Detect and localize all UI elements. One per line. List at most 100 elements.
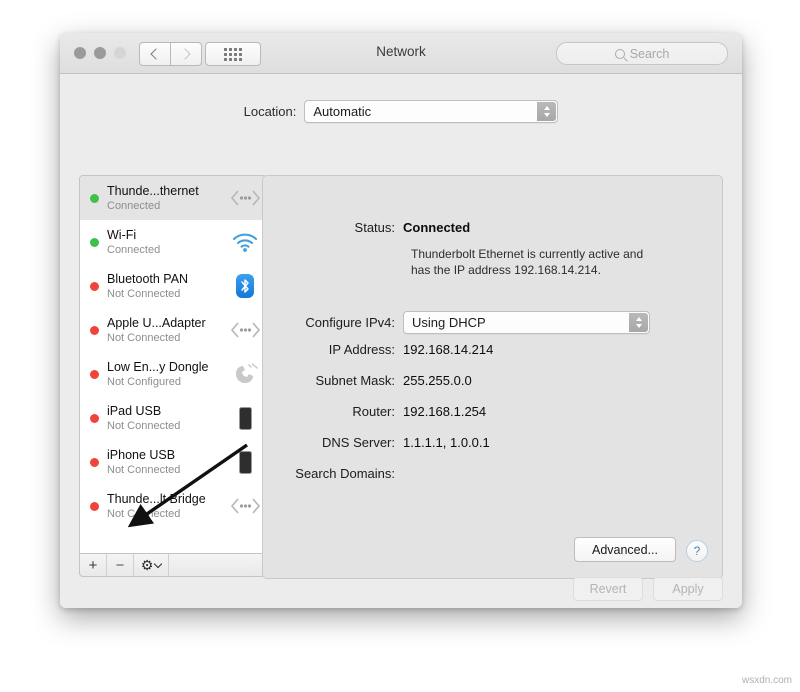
window-titlebar: Network Search xyxy=(60,33,742,74)
detail-value: 192.168.1.254 xyxy=(403,404,486,419)
revert-button-label: Revert xyxy=(590,582,627,596)
status-indicator-red xyxy=(90,326,99,335)
detail-value: 192.168.14.214 xyxy=(403,342,493,357)
status-indicator-red xyxy=(90,370,99,379)
status-value: Connected xyxy=(403,220,470,235)
detail-label: Router: xyxy=(263,404,403,419)
service-name: Bluetooth PAN xyxy=(107,272,230,286)
help-button-label: ? xyxy=(694,544,701,558)
watermark: wsxdn.com xyxy=(742,675,792,686)
status-row: Status: Connected xyxy=(263,220,470,235)
thunderbolt-icon xyxy=(230,315,260,345)
detail-row: Subnet Mask:255.255.0.0 xyxy=(263,373,472,388)
service-name: Wi-Fi xyxy=(107,228,230,242)
add-service-button[interactable]: + xyxy=(80,554,107,576)
stepper-icon xyxy=(629,313,648,332)
service-name: iPhone USB xyxy=(107,448,230,462)
service-text: Apple U...AdapterNot Connected xyxy=(107,316,230,345)
service-details-panel: Status: Connected Thunderbolt Ethernet i… xyxy=(262,175,723,579)
service-text: Wi-FiConnected xyxy=(107,228,230,257)
services-toolbar: + − ⚙ xyxy=(79,553,265,577)
service-list-item[interactable]: iPhone USBNot Connected xyxy=(80,440,266,484)
service-text: Thunde...thernetConnected xyxy=(107,184,230,213)
bluetooth-icon xyxy=(230,271,260,301)
service-name: Low En...y Dongle xyxy=(107,360,230,374)
location-row: Location: Automatic xyxy=(60,100,742,123)
status-indicator-green xyxy=(90,194,99,203)
configure-ipv4-value: Using DHCP xyxy=(404,315,486,330)
service-list-item[interactable]: iPad USBNot Connected xyxy=(80,396,266,440)
configure-ipv4-popup-button[interactable]: Using DHCP xyxy=(403,311,650,334)
status-indicator-green xyxy=(90,238,99,247)
status-indicator-red xyxy=(90,502,99,511)
apply-button[interactable]: Apply xyxy=(653,577,723,601)
advanced-button-label: Advanced... xyxy=(592,543,658,557)
detail-row: DNS Server:1.1.1.1, 1.0.0.1 xyxy=(263,435,490,450)
service-state: Connected xyxy=(107,243,230,257)
status-indicator-red xyxy=(90,458,99,467)
search-placeholder: Search xyxy=(630,47,670,61)
chevron-down-icon xyxy=(154,559,162,567)
service-list-item[interactable]: Thunde...lt BridgeNot Connected xyxy=(80,484,266,528)
detail-label: DNS Server: xyxy=(263,435,403,450)
status-indicator-red xyxy=(90,282,99,291)
service-name: Apple U...Adapter xyxy=(107,316,230,330)
service-text: Bluetooth PANNot Connected xyxy=(107,272,230,301)
service-list-item[interactable]: Apple U...AdapterNot Connected xyxy=(80,308,266,352)
wifi-icon xyxy=(230,227,260,257)
apply-button-label: Apply xyxy=(672,582,703,596)
service-state: Not Connected xyxy=(107,463,230,477)
service-text: iPhone USBNot Connected xyxy=(107,448,230,477)
service-text: Low En...y DongleNot Configured xyxy=(107,360,230,389)
location-value: Automatic xyxy=(305,104,371,119)
service-list-item[interactable]: Thunde...thernetConnected xyxy=(80,176,266,220)
service-list-item[interactable]: Bluetooth PANNot Connected xyxy=(80,264,266,308)
service-actions-button[interactable]: ⚙ xyxy=(134,554,169,576)
service-state: Not Connected xyxy=(107,507,230,521)
detail-value: 1.1.1.1, 1.0.0.1 xyxy=(403,435,490,450)
service-name: iPad USB xyxy=(107,404,230,418)
service-state: Not Connected xyxy=(107,287,230,301)
service-state: Connected xyxy=(107,199,230,213)
status-indicator-red xyxy=(90,414,99,423)
location-popup-button[interactable]: Automatic xyxy=(304,100,558,123)
ipad-icon xyxy=(230,403,260,433)
status-detail: Thunderbolt Ethernet is currently active… xyxy=(411,246,643,278)
plus-icon: + xyxy=(89,557,98,574)
network-preferences-window: Network Search Location: Automatic Thund… xyxy=(60,33,742,608)
location-label: Location: xyxy=(244,104,297,119)
help-button[interactable]: ? xyxy=(686,540,708,562)
service-name: Thunde...thernet xyxy=(107,184,230,198)
phone-icon xyxy=(230,359,260,389)
detail-label: IP Address: xyxy=(263,342,403,357)
service-name: Thunde...lt Bridge xyxy=(107,492,230,506)
revert-button[interactable]: Revert xyxy=(573,577,643,601)
service-list-item[interactable]: Low En...y DongleNot Configured xyxy=(80,352,266,396)
detail-label: Subnet Mask: xyxy=(263,373,403,388)
status-detail-line2: has the IP address 192.168.14.214. xyxy=(411,262,601,278)
iphone-icon xyxy=(230,447,260,477)
footer-buttons: Revert Apply xyxy=(573,577,723,601)
thunderbolt-icon xyxy=(230,491,260,521)
service-state: Not Configured xyxy=(107,375,230,389)
stepper-icon xyxy=(537,102,556,121)
detail-label: Search Domains: xyxy=(263,466,403,481)
detail-row: IP Address:192.168.14.214 xyxy=(263,342,493,357)
detail-value: 255.255.0.0 xyxy=(403,373,472,388)
window-content: Location: Automatic Thunde...thernetConn… xyxy=(60,74,742,608)
status-detail-line1: Thunderbolt Ethernet is currently active… xyxy=(411,246,643,262)
configure-ipv4-row: Configure IPv4: Using DHCP xyxy=(263,311,650,334)
service-state: Not Connected xyxy=(107,419,230,433)
minus-icon: − xyxy=(116,557,125,574)
detail-row: Router:192.168.1.254 xyxy=(263,404,486,419)
thunderbolt-icon xyxy=(230,183,260,213)
advanced-button[interactable]: Advanced... xyxy=(574,537,676,562)
service-text: Thunde...lt BridgeNot Connected xyxy=(107,492,230,521)
remove-service-button[interactable]: − xyxy=(107,554,134,576)
status-label: Status: xyxy=(263,220,403,235)
configure-ipv4-label: Configure IPv4: xyxy=(263,315,403,330)
network-services-list[interactable]: Thunde...thernetConnectedWi-FiConnectedB… xyxy=(79,175,267,554)
service-list-item[interactable]: Wi-FiConnected xyxy=(80,220,266,264)
service-state: Not Connected xyxy=(107,331,230,345)
search-field[interactable]: Search xyxy=(556,42,728,65)
